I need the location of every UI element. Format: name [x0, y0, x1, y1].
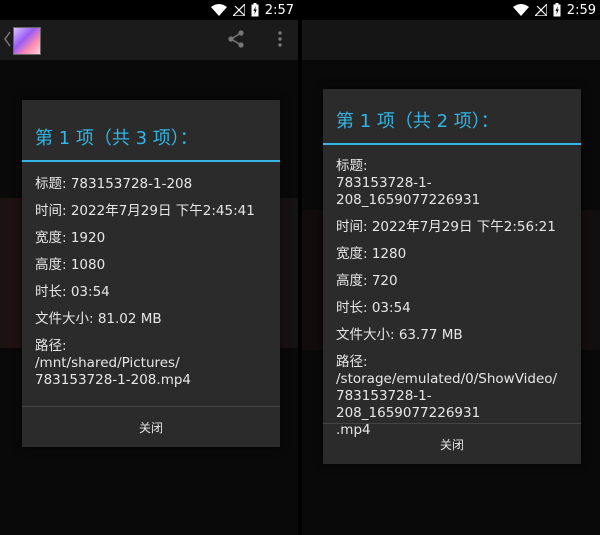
status-time: 2:59 [566, 2, 596, 18]
dialog-title: 第 1 项（共 2 项）： [336, 111, 499, 132]
status-time: 2:57 [264, 2, 294, 18]
title-divider [323, 143, 581, 145]
detail-height: 高度: 1080 [35, 257, 106, 273]
detail-time: 时间: 2022年7月29日 下午2:45:41 [35, 203, 255, 219]
title-divider [22, 160, 280, 162]
detail-height: 高度: 720 [336, 273, 398, 289]
details-dialog: 第 1 项（共 3 项）： 标题: 783153728-1-208 时间: 20… [22, 100, 280, 447]
right-screen: 2:59 第 1 项（共 2 项）： 标题: 783153728-1-208_1… [302, 0, 600, 535]
status-bar: 2:59 [302, 0, 600, 20]
action-bar [0, 20, 298, 60]
no-signal-icon [534, 4, 547, 16]
detail-width: 宽度: 1920 [35, 230, 106, 246]
detail-file-size: 文件大小: 81.02 MB [35, 311, 162, 327]
details-list: 标题: 783153728-1-208_1659077226931 时间: 20… [336, 158, 573, 449]
detail-title: 标题: 783153728-1-208_1659077226931 [336, 158, 481, 208]
dialog-title: 第 1 项（共 3 项）： [35, 128, 198, 149]
app-thumbnail[interactable] [13, 27, 41, 55]
wifi-icon [512, 4, 529, 16]
no-signal-icon [232, 4, 245, 16]
close-button[interactable]: 关闭 [22, 407, 280, 447]
detail-title: 标题: 783153728-1-208 [35, 176, 193, 192]
share-icon[interactable] [226, 29, 246, 49]
battery-icon [553, 3, 561, 17]
chevron-left-icon[interactable] [3, 30, 11, 48]
close-button[interactable]: 关闭 [323, 424, 581, 464]
left-screen: 2:57 第 1 项（共 3 项）： 标题: 783153728-1-208 时 [0, 0, 298, 535]
detail-width: 宽度: 1280 [336, 246, 407, 262]
battery-icon [251, 3, 259, 17]
status-bar: 2:57 [0, 0, 298, 20]
detail-duration: 时长: 03:54 [336, 300, 411, 316]
details-list: 标题: 783153728-1-208 时间: 2022年7月29日 下午2:4… [35, 176, 272, 399]
wifi-icon [210, 4, 227, 16]
details-dialog: 第 1 项（共 2 项）： 标题: 783153728-1-208_165907… [323, 89, 581, 464]
detail-duration: 时长: 03:54 [35, 284, 110, 300]
detail-time: 时间: 2022年7月29日 下午2:56:21 [336, 219, 556, 235]
more-vert-icon[interactable] [278, 30, 282, 48]
detail-file-size: 文件大小: 63.77 MB [336, 327, 463, 343]
detail-path: 路径: /mnt/shared/Pictures/ 783153728-1-20… [35, 338, 192, 388]
action-bar [302, 20, 600, 60]
